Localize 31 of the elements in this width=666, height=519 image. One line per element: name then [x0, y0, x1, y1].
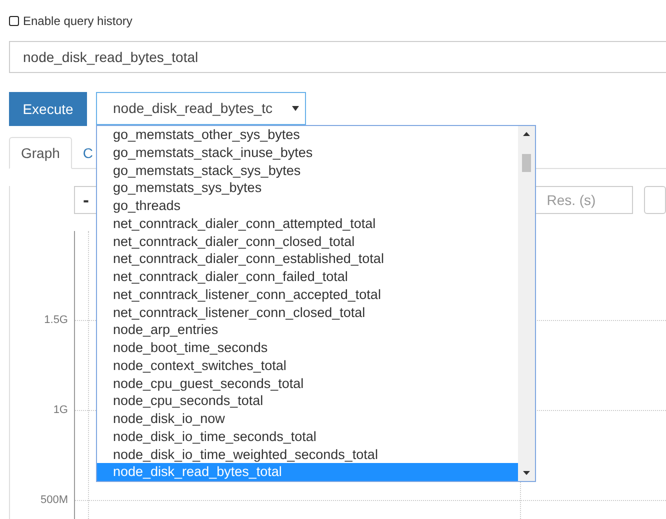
dropdown-option[interactable]: go_memstats_other_sys_bytes: [97, 126, 518, 144]
dropdown-option[interactable]: net_conntrack_dialer_conn_closed_total: [97, 232, 518, 250]
dropdown-option[interactable]: node_arp_entries: [97, 321, 518, 339]
execute-button[interactable]: Execute: [9, 92, 87, 126]
dropdown-option[interactable]: node_disk_io_now: [97, 410, 518, 428]
scrollbar[interactable]: [518, 126, 535, 481]
expression-input[interactable]: node_disk_read_bytes_total: [9, 41, 666, 73]
dropdown-option[interactable]: node_context_switches_total: [97, 356, 518, 374]
metric-select[interactable]: node_disk_read_bytes_tc: [96, 92, 306, 125]
dropdown-option[interactable]: node_cpu_guest_seconds_total: [97, 374, 518, 392]
y-axis-label: 1.5G: [44, 315, 68, 326]
dropdown-option[interactable]: node_disk_io_time_seconds_total: [97, 428, 518, 446]
dropdown-option[interactable]: go_memstats_stack_inuse_bytes: [97, 144, 518, 162]
dropdown-option[interactable]: net_conntrack_listener_conn_accepted_total: [97, 286, 518, 304]
scroll-down-icon[interactable]: [523, 471, 530, 475]
dropdown-option[interactable]: node_boot_time_seconds: [97, 339, 518, 357]
y-axis-label: 500M: [40, 495, 68, 506]
dropdown-option[interactable]: net_conntrack_dialer_conn_attempted_total: [97, 214, 518, 232]
caret-icon: [292, 106, 299, 111]
dropdown-option[interactable]: net_conntrack_dialer_conn_established_total: [97, 250, 518, 268]
scroll-up-icon[interactable]: [523, 132, 530, 136]
checkbox[interactable]: [9, 16, 19, 26]
dropdown-option[interactable]: node_cpu_seconds_total: [97, 392, 518, 410]
y-axis-label: 1G: [53, 405, 68, 416]
dropdown-option[interactable]: net_conntrack_listener_conn_closed_total: [97, 304, 518, 322]
scrollbar-thumb[interactable]: [522, 154, 531, 172]
checkbox-label: Enable query history: [23, 13, 132, 30]
tab[interactable]: Graph: [9, 137, 72, 169]
dropdown-option[interactable]: go_memstats_stack_sys_bytes: [97, 162, 518, 180]
dropdown-option[interactable]: net_conntrack_dialer_conn_failed_total: [97, 268, 518, 286]
dropdown-option[interactable]: node_disk_io_time_weighted_seconds_total: [97, 446, 518, 464]
